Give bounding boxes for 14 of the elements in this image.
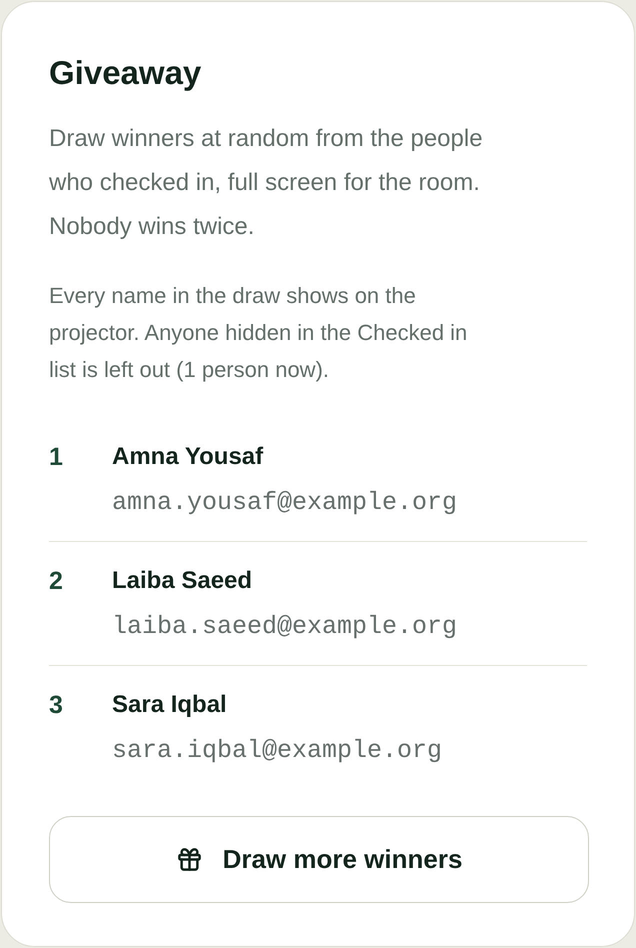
winner-email: laiba.saeed@example.org bbox=[112, 611, 458, 643]
draw-more-button[interactable]: Draw more winners bbox=[49, 816, 589, 903]
note-text: Every name in the draw shows on the projector. Anyone hidden in the Checked in list is left out (1 person now). bbox=[49, 282, 468, 384]
card-title: Giveaway bbox=[49, 53, 202, 93]
winner-email: amna.yousaf@example.org bbox=[112, 487, 458, 519]
winner-name: Amna Yousaf bbox=[112, 442, 264, 472]
winner-email: sara.iqbal@example.org bbox=[112, 735, 442, 767]
winner-rank: 2 bbox=[49, 566, 64, 596]
gift-icon bbox=[176, 846, 203, 873]
winner-rank: 3 bbox=[49, 690, 64, 720]
winner-rank: 1 bbox=[49, 442, 64, 472]
intro-text: Draw winners at random from the people who checked in, full screen for the room. Nobody wins twice. bbox=[49, 124, 484, 242]
winner-name: Sara Iqbal bbox=[112, 690, 227, 720]
winner-name: Laiba Saeed bbox=[112, 566, 252, 596]
